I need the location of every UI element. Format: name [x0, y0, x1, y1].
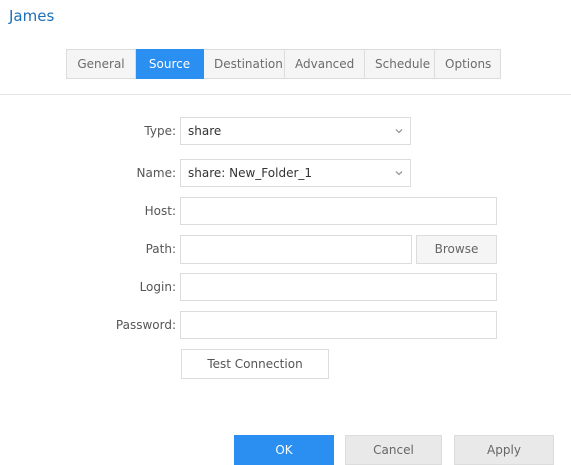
path-label: Path: — [145, 242, 176, 256]
tab-options[interactable]: Options — [435, 49, 501, 79]
name-select[interactable]: share: New_Folder_1 — [180, 159, 411, 187]
password-label: Password: — [115, 318, 176, 332]
name-label: Name: — [136, 166, 176, 180]
login-label: Login: — [139, 280, 176, 294]
tab-source[interactable]: Source — [136, 49, 204, 79]
chevron-down-icon — [395, 171, 403, 176]
tab-schedule[interactable]: Schedule — [365, 49, 435, 79]
type-select[interactable]: share — [180, 117, 411, 145]
test-connection-button[interactable]: Test Connection — [181, 349, 329, 379]
login-input[interactable] — [180, 273, 497, 301]
tab-advanced[interactable]: Advanced — [285, 49, 365, 79]
dialog-title: James — [9, 7, 55, 25]
path-input[interactable] — [180, 235, 412, 264]
type-label: Type: — [144, 124, 176, 138]
host-label: Host: — [144, 204, 176, 218]
apply-button[interactable]: Apply — [454, 435, 554, 465]
tab-general[interactable]: General — [66, 49, 136, 79]
browse-button[interactable]: Browse — [416, 235, 497, 264]
tab-bar: General Source Destination Advanced Sche… — [66, 49, 501, 79]
password-input[interactable] — [180, 311, 497, 339]
type-select-value: share — [188, 124, 222, 138]
name-select-value: share: New_Folder_1 — [188, 166, 313, 180]
ok-button[interactable]: OK — [234, 435, 334, 465]
tab-destination[interactable]: Destination — [204, 49, 285, 79]
cancel-button[interactable]: Cancel — [345, 435, 442, 465]
chevron-down-icon — [395, 129, 403, 134]
header-divider — [0, 94, 571, 95]
host-input[interactable] — [180, 197, 497, 225]
